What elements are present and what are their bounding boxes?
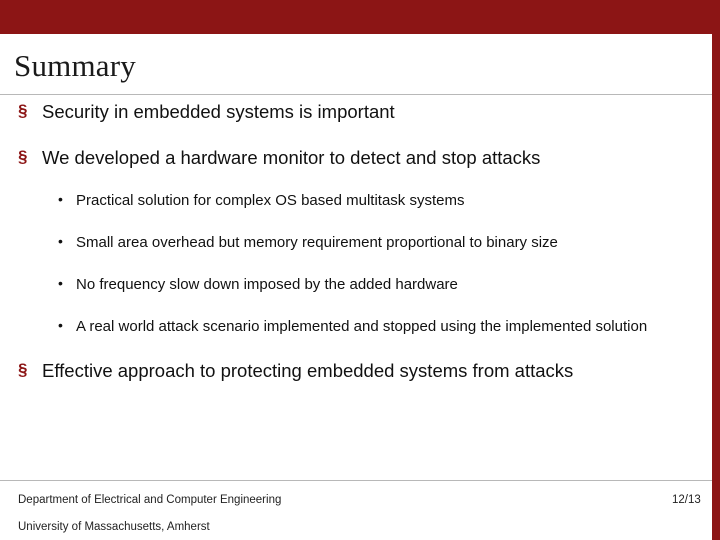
list-item: § Security in embedded systems is import… [0,100,712,124]
list-item: • Practical solution for complex OS base… [0,191,712,211]
section-marker-icon: § [18,146,28,166]
footer-department: Department of Electrical and Computer En… [18,494,282,506]
list-item: • Small area overhead but memory require… [0,233,712,253]
bullet-dot-icon: • [58,233,63,250]
section-marker-icon: § [18,101,28,120]
top-accent-band [0,0,720,34]
list-item: • No frequency slow down imposed by the … [0,275,712,295]
slide-content: § Security in embedded systems is import… [0,100,712,382]
list-item-text: Security in embedded systems is importan… [42,101,395,122]
bullet-dot-icon: • [58,191,63,208]
page-title: Summary [14,48,136,83]
section-marker-icon: § [18,359,28,379]
list-item: § Effective approach to protecting embed… [0,359,712,383]
list-item-text: Small area overhead but memory requireme… [76,234,558,252]
title-divider [0,94,712,95]
list-item-text: Effective approach to protecting embedde… [42,359,574,381]
list-item-text: We developed a hardware monitor to detec… [42,146,541,168]
list-item: § We developed a hardware monitor to det… [0,146,712,170]
page-number: 12/13 [672,494,701,506]
footer-university: University of Massachusetts, Amherst [18,521,210,533]
bullet-dot-icon: • [58,274,63,291]
footer-divider [0,480,712,481]
right-accent-bar [712,34,720,540]
slide: Summary § Security in embedded systems i… [0,0,720,540]
list-item-text: No frequency slow down imposed by the ad… [76,275,458,293]
bullet-dot-icon: • [58,316,63,333]
list-item-text: Practical solution for complex OS based … [76,192,465,210]
list-item: • A real world attack scenario implement… [0,317,712,337]
list-item-text: A real world attack scenario implemented… [76,317,648,335]
